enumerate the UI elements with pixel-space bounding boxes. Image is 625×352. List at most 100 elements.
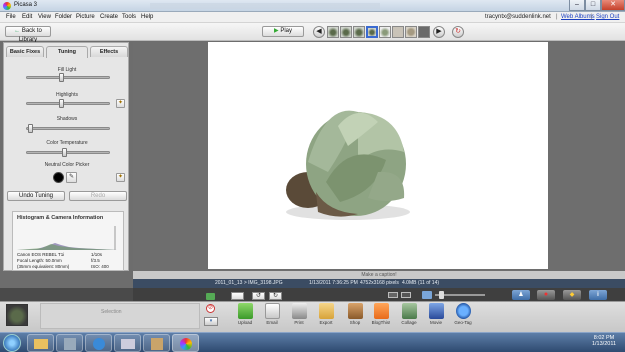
filmstrip-thumbnail[interactable] <box>379 26 391 38</box>
menu-create[interactable]: Create <box>100 14 118 20</box>
menu-bar: File Edit View Folder Picture Create Too… <box>0 12 625 23</box>
undo-tuning-button[interactable]: Undo Tuning <box>7 191 65 201</box>
photo-info-bar: 2011_01_13 > IMG_3198.JPG 1/13/2011 7:36… <box>133 279 625 288</box>
people-icon[interactable]: ♟ <box>512 290 530 300</box>
tab-basic-fixes[interactable]: Basic Fixes <box>6 46 44 57</box>
movie-icon <box>428 303 444 319</box>
selected-photo-thumbnail[interactable] <box>6 304 28 326</box>
auto-color-icon[interactable]: ✦ <box>116 173 125 182</box>
maximize-button[interactable]: □ <box>585 0 601 11</box>
artichoke-photo <box>286 110 410 220</box>
rotate-icon[interactable]: ↻ <box>452 26 464 38</box>
actual-size-icon[interactable] <box>401 292 411 298</box>
shadows-knob[interactable] <box>27 124 33 133</box>
upload-action[interactable]: Upload <box>233 303 257 325</box>
eyedropper-icon[interactable]: ✎ <box>66 172 77 183</box>
add-to-album-icon[interactable]: ▾ <box>204 317 218 326</box>
photo-canvas[interactable] <box>208 42 548 269</box>
email-action[interactable]: Email <box>260 303 284 325</box>
rotate-left-icon[interactable]: ↺ <box>252 292 265 300</box>
shop-action[interactable]: Shop <box>343 303 367 325</box>
aperture: f/3.5 <box>91 258 100 263</box>
next-photo-icon[interactable]: ▶ <box>433 26 445 38</box>
play-slideshow-button[interactable]: ▶ Play <box>262 26 304 37</box>
rotate-right-icon[interactable]: ↻ <box>269 292 282 300</box>
blogger-icon <box>373 303 389 319</box>
shadows-slider[interactable] <box>26 127 110 130</box>
taskbar-tools-icon[interactable] <box>56 334 83 352</box>
tags-icon[interactable]: ◆ <box>563 290 581 300</box>
menu-file[interactable]: File <box>6 14 16 20</box>
collage-action[interactable]: Collage <box>397 303 421 325</box>
account-email: tracyntx@suddenlink.net <box>485 14 551 20</box>
clear-selection-icon[interactable]: ⊘ <box>206 304 215 313</box>
menu-picture[interactable]: Picture <box>76 14 95 20</box>
print-action[interactable]: Print <box>287 303 311 325</box>
neutral-color-swatch <box>53 172 64 183</box>
histogram-title: Histogram & Camera Information <box>17 215 104 221</box>
color-temperature-knob[interactable] <box>61 148 67 157</box>
photo-datetime: 1/13/2011 7:36:25 PM <box>309 280 358 286</box>
menu-view[interactable]: View <box>38 14 51 20</box>
toolbar: ← Back to Library ▶ Play ◀ ▶ ↻ <box>0 23 625 43</box>
upload-icon <box>237 303 253 319</box>
filmstrip-thumbnail-selected[interactable] <box>366 26 378 38</box>
back-to-library-label: Back to Library <box>18 28 42 43</box>
hold-icon[interactable] <box>206 293 215 300</box>
back-arrow-icon: ← <box>14 28 21 34</box>
play-icon: ▶ <box>274 28 279 34</box>
blogthis-action[interactable]: BlogThis! <box>369 303 393 325</box>
info-icon[interactable]: i <box>589 290 607 300</box>
filmstrip-thumbnail[interactable] <box>340 26 352 38</box>
close-button[interactable]: ✕ <box>601 0 625 11</box>
fill-light-slider[interactable] <box>26 76 110 79</box>
color-temperature-slider[interactable] <box>26 151 110 154</box>
taskbar-app-icon[interactable] <box>143 334 170 352</box>
geotag-action[interactable]: Geo-Tag <box>451 303 475 325</box>
highlights-slider[interactable] <box>26 102 110 105</box>
menu-edit[interactable]: Edit <box>22 14 32 20</box>
start-button[interactable] <box>3 334 21 352</box>
camera-model: Canon EOS REBEL T1i <box>17 252 65 257</box>
taskbar-internet-explorer-icon[interactable] <box>85 334 112 352</box>
filmstrip-thumbnail[interactable] <box>405 26 417 38</box>
menu-tools[interactable]: Tools <box>122 14 136 20</box>
zoom-icon[interactable] <box>422 291 432 299</box>
edit-panel: Basic Fixes Tuning Effects Fill Light Hi… <box>3 42 129 271</box>
movie-action[interactable]: Movie <box>424 303 448 325</box>
filmstrip-thumbnail[interactable] <box>327 26 339 38</box>
minimize-button[interactable]: – <box>569 0 585 11</box>
filmstrip-thumbnail[interactable] <box>418 26 430 38</box>
color-temperature-label: Color Temperature <box>46 140 88 146</box>
menu-folder[interactable]: Folder <box>55 14 72 20</box>
taskbar-window-icon[interactable] <box>114 334 141 352</box>
caption-field[interactable]: Make a caption! <box>133 271 625 279</box>
zoom-knob[interactable] <box>439 291 444 299</box>
places-pin-icon[interactable]: ● <box>537 290 555 300</box>
taskbar-explorer-icon[interactable] <box>27 334 54 352</box>
shutter-speed: 1/10s <box>91 252 103 257</box>
sign-out-link[interactable]: Sign Out <box>596 14 619 20</box>
export-action[interactable]: Export <box>314 303 338 325</box>
filmstrip-thumbnail[interactable] <box>353 26 365 38</box>
web-albums-link[interactable]: Web Albums <box>561 14 595 20</box>
menu-help[interactable]: Help <box>141 14 153 20</box>
geotag-label: Geo-Tag <box>454 320 472 325</box>
redo-button[interactable]: Redo <box>69 191 127 201</box>
previous-photo-icon[interactable]: ◀ <box>313 26 325 38</box>
upload-label: Upload <box>237 320 253 325</box>
clock[interactable]: 8:02 PM 1/13/2011 <box>589 335 619 347</box>
collage-icon <box>401 303 417 319</box>
system-tray-icons[interactable] <box>548 338 574 346</box>
taskbar-picasa-icon[interactable] <box>172 334 199 352</box>
fill-light-knob[interactable] <box>59 73 65 82</box>
highlights-knob[interactable] <box>59 99 65 108</box>
fit-view-icon[interactable] <box>388 292 398 298</box>
filmstrip-thumbnail[interactable] <box>392 26 404 38</box>
email-label: Email <box>266 320 278 325</box>
back-to-library-button[interactable]: ← Back to Library <box>5 26 51 43</box>
auto-contrast-icon[interactable]: ✦ <box>116 99 125 108</box>
tab-tuning[interactable]: Tuning <box>46 46 88 58</box>
cycle-icon[interactable] <box>231 292 244 300</box>
tab-effects[interactable]: Effects <box>90 46 128 57</box>
